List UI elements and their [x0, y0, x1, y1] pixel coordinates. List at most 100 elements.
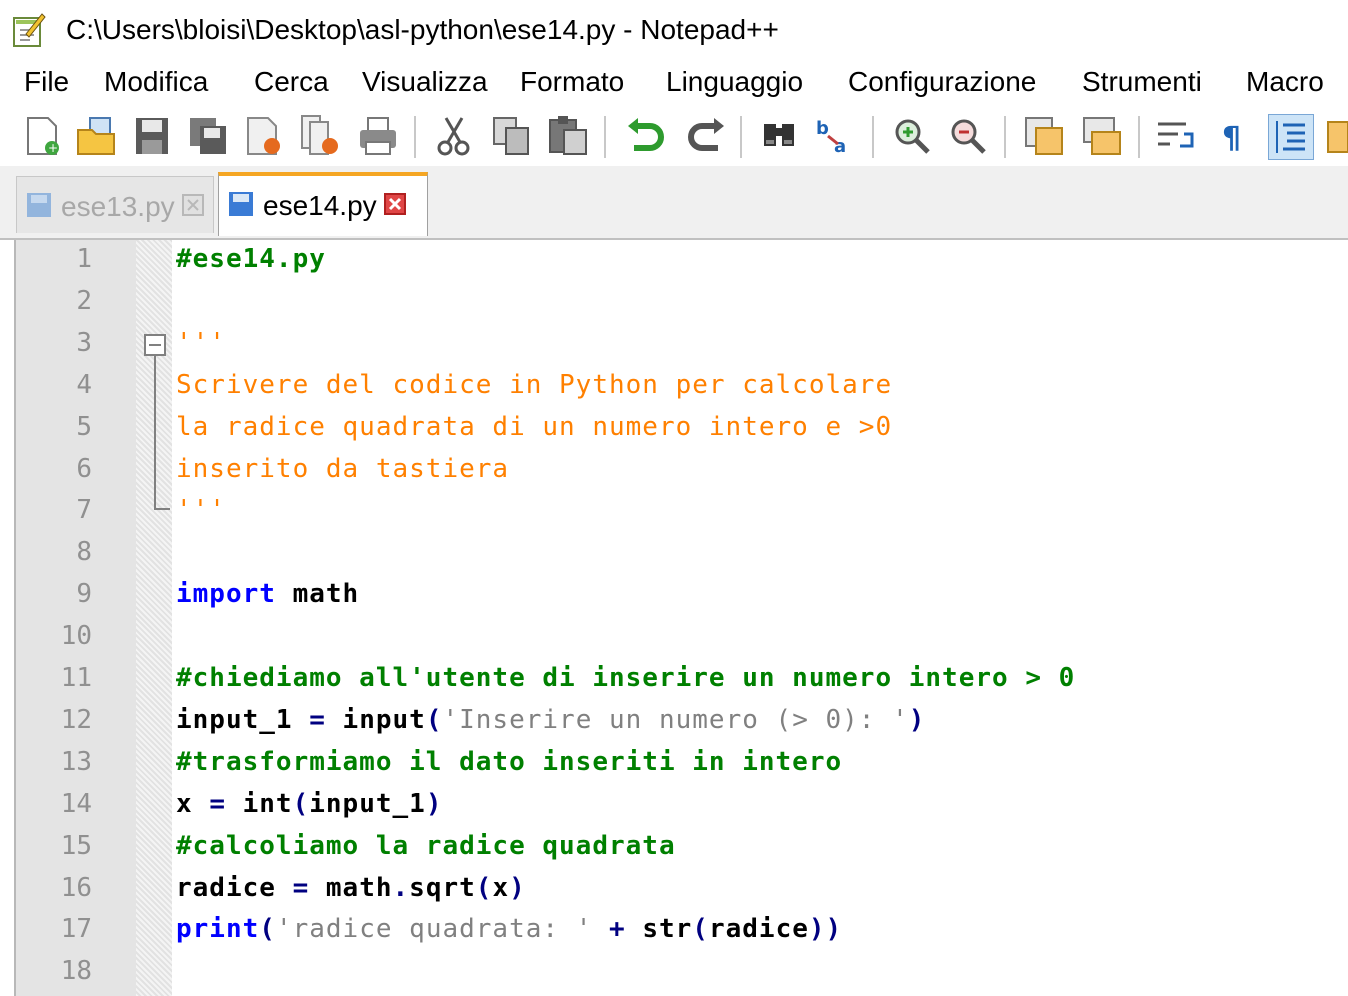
svg-text:+: +: [48, 141, 58, 155]
code-token: x: [176, 788, 210, 819]
close-tab-icon[interactable]: [383, 192, 407, 216]
sync-horizontal-icon[interactable]: [1080, 114, 1124, 158]
show-all-chars-icon[interactable]: ¶: [1212, 114, 1256, 158]
code-token: print: [176, 914, 260, 945]
line-number: 10: [60, 621, 92, 652]
toolbar-separator: [740, 116, 742, 158]
code-token: x: [492, 872, 510, 903]
toolbar-separator: [1138, 116, 1140, 158]
line-number: 3: [76, 327, 92, 358]
code-token: ): [908, 704, 926, 735]
line-number: 1: [76, 244, 92, 274]
save-icon[interactable]: [130, 114, 174, 158]
menu-visualizza[interactable]: Visualizza: [362, 66, 488, 98]
code-token: input_1: [309, 788, 426, 819]
fold-guide-end: [154, 508, 170, 510]
code-line: radice = math.sqrt(x): [176, 873, 526, 903]
sync-vertical-icon[interactable]: [1022, 114, 1066, 158]
code-token: 'radice quadrata: ': [275, 914, 593, 945]
redo-icon[interactable]: [684, 114, 728, 158]
fold-collapse-icon[interactable]: [144, 334, 166, 356]
line-number: 16: [60, 872, 92, 903]
svg-text:a: a: [834, 136, 846, 157]
code-token: math: [309, 872, 393, 903]
document-map-icon[interactable]: [1326, 114, 1348, 158]
new-file-icon[interactable]: +: [20, 114, 64, 158]
tab-label: ese14.py: [263, 190, 377, 221]
svg-text:¶: ¶: [1222, 121, 1241, 156]
close-icon[interactable]: [242, 114, 286, 158]
code-token: ): [425, 788, 443, 819]
code-token: inserito da tastiera: [176, 453, 510, 484]
line-number: 8: [76, 537, 92, 568]
line-number: 7: [76, 495, 92, 526]
code-token: radice: [708, 914, 809, 945]
paste-icon[interactable]: [546, 114, 590, 158]
notepadpp-app-icon[interactable]: [12, 10, 46, 48]
code-token: int: [225, 788, 293, 819]
close-all-icon[interactable]: [298, 114, 342, 158]
code-token: Scrivere del codice in Python per calcol…: [176, 369, 893, 400]
code-line: #ese14.py: [176, 244, 326, 274]
replace-icon[interactable]: b a: [814, 114, 858, 158]
code-token: import: [176, 579, 276, 610]
menu-macro[interactable]: Macro: [1246, 66, 1324, 98]
cut-icon[interactable]: [432, 114, 476, 158]
code-line: x = int(input_1): [176, 789, 442, 819]
save-all-icon[interactable]: [186, 114, 230, 158]
code-token: (: [425, 704, 443, 735]
code-line: #chiediamo all'utente di inserire un num…: [176, 663, 1075, 693]
find-icon[interactable]: [758, 114, 802, 158]
menu-cerca[interactable]: Cerca: [254, 66, 329, 98]
print-icon[interactable]: [356, 114, 400, 158]
code-token: 'Inserire un numero (> 0): ': [442, 704, 909, 735]
code-token: #chiediamo all'utente di inserire un num…: [176, 663, 1076, 693]
menu-file[interactable]: File: [24, 66, 69, 98]
indent-guide-icon[interactable]: [1268, 114, 1314, 160]
code-line: Scrivere del codice in Python per calcol…: [176, 370, 892, 400]
code-token: input: [325, 704, 426, 735]
code-token: (: [692, 914, 709, 945]
code-editor[interactable]: 1 2 3 4 5 6 7 8 9 10 11 12 13 14 15 16 17 18 #ese14.py '''…: [14, 240, 1348, 996]
code-line: ''': [176, 328, 226, 358]
close-tab-icon[interactable]: [181, 193, 205, 217]
code-line: import math: [176, 579, 359, 609]
open-file-icon[interactable]: [74, 114, 118, 158]
window-title: C:\Users\bloisi\Desktop\asl-python\ese14…: [66, 14, 779, 45]
code-token: sqrt: [409, 872, 476, 903]
code-token: =: [309, 704, 326, 735]
menu-strumenti[interactable]: Strumenti: [1082, 66, 1202, 98]
copy-icon[interactable]: [490, 114, 534, 158]
code-token: radice: [176, 872, 293, 903]
code-token: ''': [176, 495, 226, 526]
tab-ese14[interactable]: ese14.py: [218, 172, 428, 236]
code-token: (: [475, 872, 493, 903]
menu-linguaggio[interactable]: Linguaggio: [666, 66, 803, 98]
menu-configurazione[interactable]: Configurazione: [848, 66, 1036, 98]
tab-bar: ese13.py ese14.py: [0, 166, 1348, 240]
toolbar-separator: [604, 116, 606, 158]
line-number: 4: [76, 369, 92, 400]
zoom-out-icon[interactable]: [946, 114, 990, 158]
menu-formato[interactable]: Formato: [520, 66, 624, 98]
menu-modifica[interactable]: Modifica: [104, 66, 208, 98]
code-line: print('radice quadrata: ' + str(radice)): [176, 914, 842, 944]
line-number: 9: [76, 579, 92, 610]
code-line: #trasformiamo il dato inseriti in intero: [176, 747, 842, 777]
code-token: str: [642, 914, 693, 945]
word-wrap-icon[interactable]: [1154, 114, 1198, 158]
undo-icon[interactable]: [624, 114, 668, 158]
fold-guide-line: [154, 356, 156, 508]
code-line: input_1 = input('Inserire un numero (> 0…: [176, 705, 925, 735]
code-token: =: [292, 872, 310, 903]
zoom-in-icon[interactable]: [890, 114, 934, 158]
line-number: 12: [60, 704, 92, 735]
code-token: input_1: [176, 704, 310, 735]
code-token: la radice quadrata di un numero intero e…: [176, 411, 893, 442]
saved-file-icon: [229, 192, 253, 216]
line-number: 13: [60, 746, 92, 777]
tab-ese13[interactable]: ese13.py: [16, 176, 214, 233]
code-token: .: [392, 872, 410, 903]
line-number: 18: [60, 956, 92, 987]
code-line: #calcoliamo la radice quadrata: [176, 831, 676, 861]
